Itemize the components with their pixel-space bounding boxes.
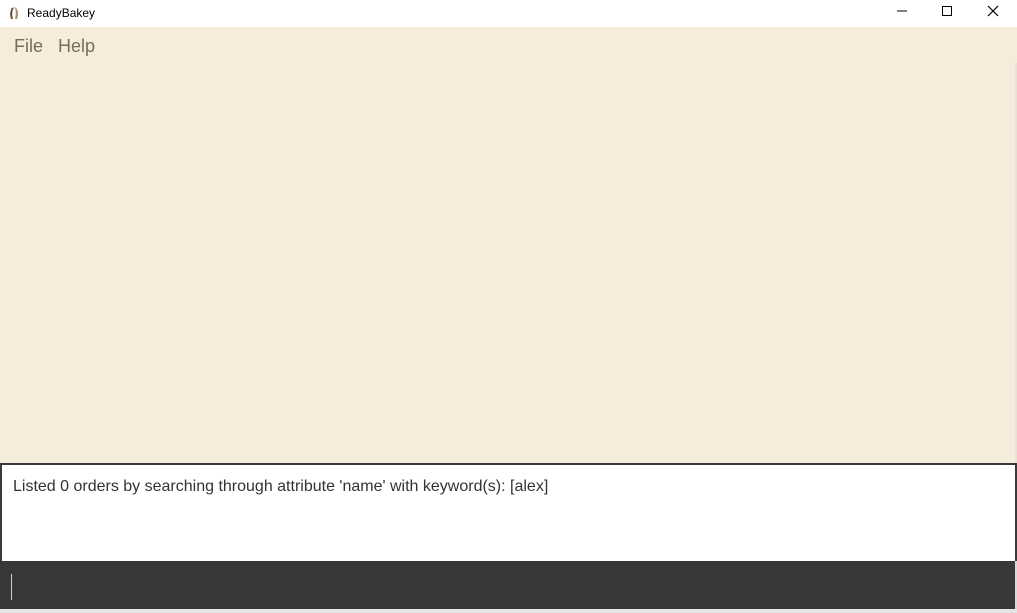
menu-bar: File Help [0, 27, 1017, 63]
close-button[interactable] [970, 0, 1016, 25]
order-list-panel [0, 63, 1017, 463]
text-caret [11, 574, 12, 600]
menu-file[interactable]: File [14, 35, 43, 57]
readybakey-app-icon [6, 5, 22, 21]
maximize-button[interactable] [924, 0, 970, 25]
command-box [0, 561, 1017, 609]
window-title: ReadyBakey [27, 6, 96, 20]
result-message: Listed 0 orders by searching through att… [13, 478, 549, 495]
command-input[interactable] [0, 561, 1015, 609]
window-bottom-edge [0, 609, 1017, 613]
minimize-button[interactable] [879, 0, 925, 25]
result-display: Listed 0 orders by searching through att… [0, 463, 1017, 563]
window-titlebar: ReadyBakey [0, 0, 1017, 27]
minimize-icon [896, 4, 908, 22]
maximize-icon [941, 4, 953, 22]
menu-help[interactable]: Help [58, 35, 95, 57]
close-icon [987, 4, 999, 22]
